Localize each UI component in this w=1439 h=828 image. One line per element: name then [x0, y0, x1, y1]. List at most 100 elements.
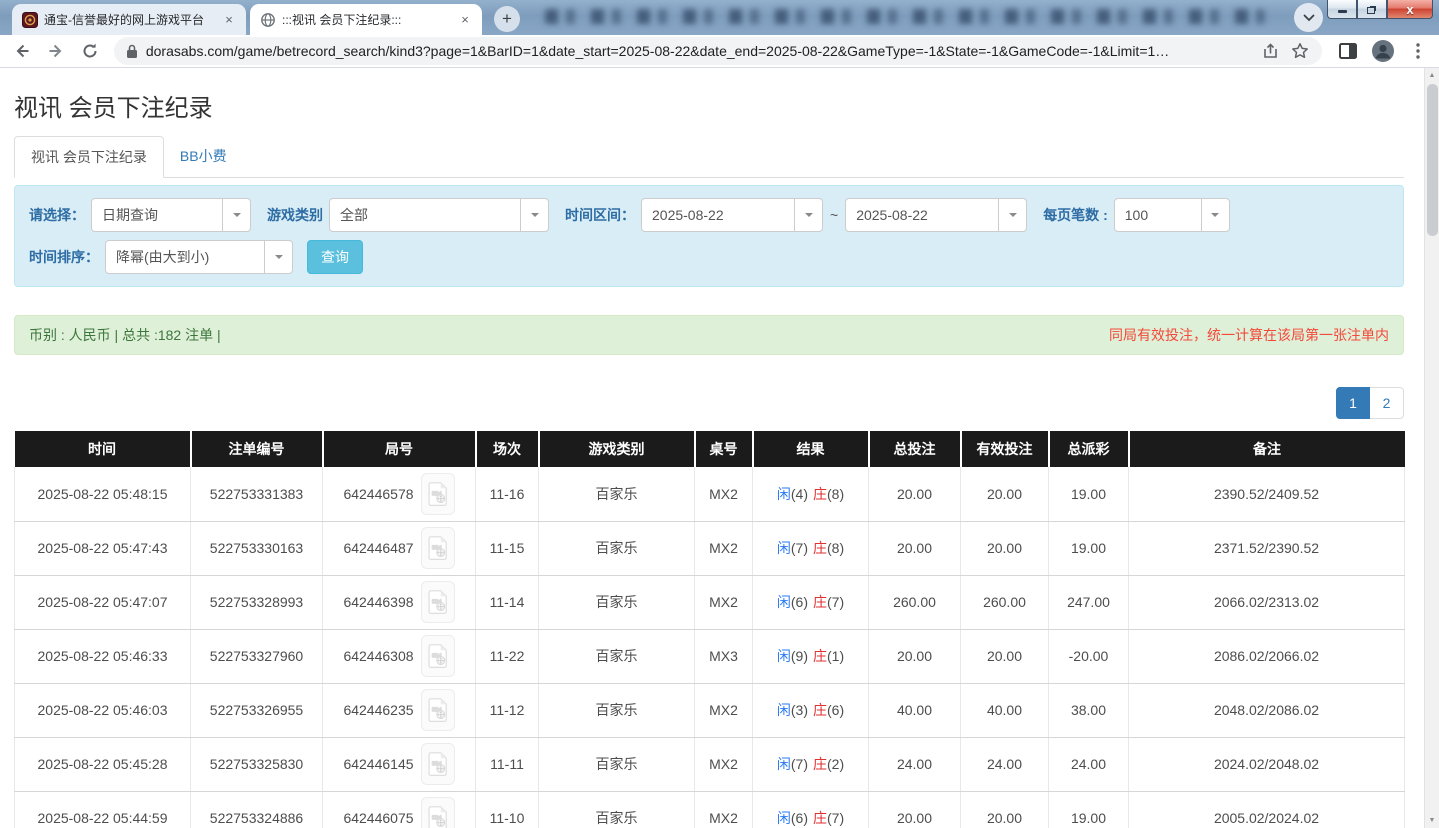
cell-game: 百家乐	[539, 737, 695, 791]
col-result: 结果	[753, 431, 869, 467]
game-type-select[interactable]: 全部	[329, 198, 549, 232]
share-icon[interactable]	[1258, 39, 1282, 63]
video-replay-button[interactable]	[421, 581, 455, 623]
lock-icon[interactable]	[126, 44, 138, 59]
filter-panel: 请选择： 日期查询 游戏类别 全部 时间区间： 2025-08-22 ~ 202	[14, 185, 1404, 287]
cell-game: 百家乐	[539, 683, 695, 737]
cell-bet-id: 522753328993	[191, 575, 323, 629]
cell-session: 11-16	[476, 467, 539, 521]
reload-icon[interactable]	[76, 37, 104, 65]
browser-tab-betrecord[interactable]: :::视讯 会员下注纪录::: ×	[250, 4, 482, 35]
cell-valid-bet: 20.00	[961, 467, 1049, 521]
cell-total-bet-link[interactable]: 24.00	[869, 737, 961, 791]
cell-note: 2005.02/2024.02	[1129, 791, 1405, 828]
pagination: 1 2	[0, 387, 1404, 419]
col-game: 游戏类别	[539, 431, 695, 467]
tab-search-chevron-icon[interactable]	[1294, 3, 1323, 32]
browser-tab-tongbao[interactable]: 通宝-信誉最好的网上游戏平台 ×	[12, 4, 246, 35]
dropdown-caret-icon[interactable]	[264, 241, 292, 273]
cell-note: 2066.02/2313.02	[1129, 575, 1405, 629]
scroll-up-icon[interactable]: ▲	[1425, 68, 1439, 83]
window-close-button[interactable]: x	[1387, 0, 1433, 19]
cell-result: 闲(6)庄(7)	[753, 575, 869, 629]
per-page-label: 每页笔数 :	[1043, 205, 1108, 225]
forward-icon[interactable]	[42, 37, 70, 65]
tab-close-icon[interactable]: ×	[457, 12, 473, 28]
cell-bet-id: 522753325830	[191, 737, 323, 791]
video-replay-button[interactable]	[421, 743, 455, 785]
cell-total-bet-link[interactable]: 20.00	[869, 521, 961, 575]
page-button-2[interactable]: 2	[1370, 387, 1404, 419]
dropdown-caret-icon[interactable]	[998, 199, 1026, 231]
date-separator: ~	[830, 207, 838, 223]
table-header-row: 时间 注单编号 局号 场次 游戏类别 桌号 结果 总投注 有效投注 总派彩 备注	[15, 431, 1405, 467]
cell-time: 2025-08-22 05:47:07	[15, 575, 191, 629]
cell-table: MX2	[695, 575, 753, 629]
window-restore-button[interactable]	[1357, 0, 1387, 19]
cell-total-bet-link[interactable]: 20.00	[869, 791, 961, 828]
cell-game: 百家乐	[539, 629, 695, 683]
search-button[interactable]: 查询	[307, 240, 363, 274]
cell-table: MX2	[695, 521, 753, 575]
window-minimize-button[interactable]	[1327, 0, 1357, 19]
dropdown-caret-icon[interactable]	[222, 199, 250, 231]
cell-bet-id: 522753324886	[191, 791, 323, 828]
cell-result: 闲(9)庄(1)	[753, 629, 869, 683]
tab-close-icon[interactable]: ×	[221, 12, 237, 28]
cell-bet-id: 522753331383	[191, 467, 323, 521]
col-payout: 总派彩	[1049, 431, 1129, 467]
cell-time: 2025-08-22 05:45:28	[15, 737, 191, 791]
tab-bb-tip[interactable]: BB小费	[164, 136, 243, 177]
col-session: 场次	[476, 431, 539, 467]
new-tab-button[interactable]: +	[494, 6, 520, 32]
profile-avatar-icon[interactable]	[1370, 38, 1396, 64]
date-range-label: 时间区间：	[565, 205, 635, 225]
url-text[interactable]: dorasabs.com/game/betrecord_search/kind3…	[146, 43, 1252, 59]
cell-note: 2371.52/2390.52	[1129, 521, 1405, 575]
table-row: 2025-08-22 05:45:28 522753325830 6424461…	[15, 737, 1405, 791]
cell-round: 642446398	[323, 575, 476, 629]
query-mode-select[interactable]: 日期查询	[91, 198, 251, 232]
back-icon[interactable]	[8, 37, 36, 65]
address-bar[interactable]: dorasabs.com/game/betrecord_search/kind3…	[114, 37, 1322, 65]
cell-game: 百家乐	[539, 791, 695, 828]
cell-time: 2025-08-22 05:44:59	[15, 791, 191, 828]
video-replay-button[interactable]	[421, 527, 455, 569]
cell-total-bet-link[interactable]: 260.00	[869, 575, 961, 629]
table-row: 2025-08-22 05:44:59 522753324886 6424460…	[15, 791, 1405, 828]
video-replay-button[interactable]	[421, 473, 455, 515]
select-mode-label: 请选择：	[29, 205, 85, 225]
side-panel-icon[interactable]	[1335, 38, 1361, 64]
video-replay-button[interactable]	[421, 689, 455, 731]
table-row: 2025-08-22 05:47:43 522753330163 6424464…	[15, 521, 1405, 575]
page-button-1[interactable]: 1	[1336, 387, 1370, 419]
scrollbar-thumb[interactable]	[1427, 84, 1438, 236]
menu-dots-icon[interactable]	[1405, 38, 1431, 64]
cell-total-bet-link[interactable]: 20.00	[869, 467, 961, 521]
bookmark-star-icon[interactable]	[1288, 39, 1312, 63]
vertical-scrollbar[interactable]: ▲ ▼	[1424, 68, 1439, 828]
tab-betrecord[interactable]: 视讯 会员下注纪录	[14, 136, 164, 178]
date-start-select[interactable]: 2025-08-22	[641, 198, 823, 232]
scroll-down-icon[interactable]: ▼	[1425, 813, 1439, 828]
cell-payout: 19.00	[1049, 791, 1129, 828]
cell-game: 百家乐	[539, 575, 695, 629]
dropdown-caret-icon[interactable]	[520, 199, 548, 231]
cell-total-bet-link[interactable]: 40.00	[869, 683, 961, 737]
col-valid-bet: 有效投注	[961, 431, 1049, 467]
dropdown-caret-icon[interactable]	[794, 199, 822, 231]
col-table: 桌号	[695, 431, 753, 467]
sort-select[interactable]: 降幂(由大到小)	[105, 240, 293, 274]
col-bet-id: 注单编号	[191, 431, 323, 467]
cell-result: 闲(6)庄(7)	[753, 791, 869, 828]
video-replay-button[interactable]	[421, 635, 455, 677]
cell-total-bet-link[interactable]: 20.00	[869, 629, 961, 683]
cell-round: 642446308	[323, 629, 476, 683]
dropdown-caret-icon[interactable]	[1201, 199, 1229, 231]
table-row: 2025-08-22 05:47:07 522753328993 6424463…	[15, 575, 1405, 629]
cell-result: 闲(7)庄(8)	[753, 521, 869, 575]
per-page-select[interactable]: 100	[1114, 198, 1230, 232]
cell-bet-id: 522753330163	[191, 521, 323, 575]
date-end-select[interactable]: 2025-08-22	[845, 198, 1027, 232]
video-replay-button[interactable]	[421, 797, 455, 828]
